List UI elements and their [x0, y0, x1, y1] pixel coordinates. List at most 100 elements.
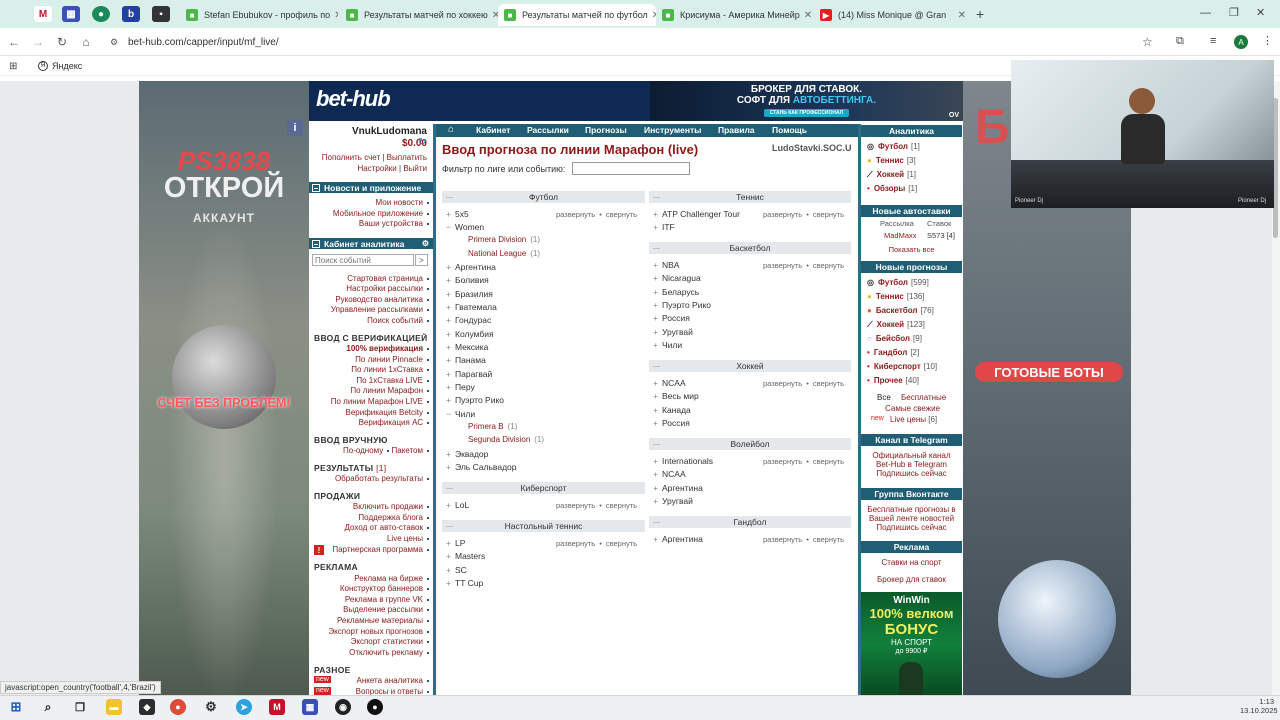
- collapse-link[interactable]: свернуть: [813, 210, 844, 219]
- bookmark-yandex[interactable]: Я Яндекс: [38, 61, 82, 71]
- collapse-icon[interactable]: −: [446, 409, 455, 419]
- ads-link[interactable]: Конструктор баннеров: [340, 584, 429, 593]
- expand-icon[interactable]: +: [446, 355, 455, 365]
- league-row[interactable]: + Россия: [653, 418, 690, 428]
- expand-icon[interactable]: +: [446, 329, 455, 339]
- expand-icon[interactable]: +: [446, 395, 455, 405]
- expand-icon[interactable]: +: [653, 378, 662, 388]
- league-row[interactable]: + NCAA: [653, 378, 686, 388]
- league-row[interactable]: + Перу: [446, 382, 475, 392]
- analytics-item[interactable]: ◎ Футбол [1]: [867, 142, 920, 151]
- expand-icon[interactable]: +: [446, 578, 455, 588]
- shield-app-icon[interactable]: ◆: [139, 699, 155, 715]
- ads-link[interactable]: Отключить рекламу: [349, 648, 429, 657]
- profile-avatar[interactable]: A: [1234, 35, 1248, 49]
- capper-site[interactable]: LudoStavki.SOC.U: [772, 143, 852, 153]
- news-link-my[interactable]: Мои новости: [375, 198, 429, 207]
- tg-link[interactable]: Подпишись сейчас: [861, 469, 962, 478]
- expand-icon[interactable]: +: [446, 342, 455, 352]
- expand-icon[interactable]: +: [653, 418, 662, 428]
- menu-icon[interactable]: ⋮: [1262, 34, 1273, 47]
- league-row[interactable]: + Весь мир: [653, 391, 699, 401]
- league-row[interactable]: + Эль Сальвадор: [446, 462, 517, 472]
- expand-icon[interactable]: +: [446, 500, 455, 510]
- misc-link[interactable]: Анкета аналитика: [357, 676, 429, 685]
- league-row[interactable]: + TT Cup: [446, 578, 483, 588]
- nav-help[interactable]: Помощь: [772, 125, 807, 135]
- pinned-tab-b[interactable]: b: [122, 6, 140, 22]
- task-view-icon[interactable]: ❐: [72, 699, 88, 715]
- league-row[interactable]: + Эквадор: [446, 449, 488, 459]
- tab-3-active[interactable]: ■ Результаты матчей по футбол ✕: [498, 4, 656, 26]
- info-icon[interactable]: i: [287, 120, 303, 136]
- expand-icon[interactable]: +: [653, 209, 662, 219]
- fresh-link[interactable]: Самые свежие: [885, 404, 940, 413]
- expand-icon[interactable]: +: [653, 273, 662, 283]
- folder-icon[interactable]: ▬: [106, 699, 122, 715]
- news-link-app[interactable]: Мобильное приложение: [333, 209, 429, 218]
- league-row[interactable]: + Колумбия: [446, 329, 494, 339]
- expand-icon[interactable]: +: [446, 209, 455, 219]
- expand-link[interactable]: развернуть: [763, 210, 802, 219]
- results-process-link[interactable]: Обработать результаты: [335, 474, 429, 483]
- league-row[interactable]: + Парагвай: [446, 369, 492, 379]
- chrome-icon[interactable]: ●: [170, 699, 186, 715]
- prediction-sport-item[interactable]: ● Баскетбол [76]: [867, 306, 934, 315]
- analytics-item[interactable]: ⟋ Хоккей [1]: [867, 170, 916, 180]
- verif-link[interactable]: По 1хСтавка LIVE: [356, 376, 429, 385]
- tab-1[interactable]: ■Stefan Ebubukov - профиль по✕: [180, 4, 338, 26]
- expand-icon[interactable]: +: [446, 565, 455, 575]
- close-icon[interactable]: ✕: [330, 10, 338, 21]
- verif-link[interactable]: По линии 1хСтавка: [351, 365, 429, 374]
- search-icon[interactable]: ⌕: [40, 699, 56, 715]
- close-icon[interactable]: ✕: [488, 10, 498, 21]
- vk-link[interactable]: Вашей ленте новостей: [861, 514, 962, 523]
- nav-mailings[interactable]: Рассылки: [527, 125, 569, 135]
- home-icon[interactable]: ⌂: [448, 124, 454, 135]
- gear-icon[interactable]: ⚙: [422, 239, 429, 248]
- sub-league-row[interactable]: Primera Division (1): [468, 235, 540, 244]
- pinned-tab-grid[interactable]: ▦: [62, 6, 80, 22]
- prediction-sport-item[interactable]: • Гандбол [2]: [867, 348, 919, 357]
- url-field[interactable]: bet-hub.com/capper/input/mf_live/: [112, 33, 1162, 51]
- expand-icon[interactable]: +: [446, 289, 455, 299]
- expand-link[interactable]: развернуть: [763, 261, 802, 270]
- league-row[interactable]: + ITF: [653, 222, 675, 232]
- ads-link[interactable]: Реклама на бирже: [354, 574, 429, 583]
- section-header-basketball[interactable]: Баскетбол: [649, 242, 851, 254]
- section-header-volleyball[interactable]: Волейбол: [649, 438, 851, 450]
- league-row[interactable]: + Аргентина: [446, 262, 496, 272]
- collapse-link[interactable]: свернуть: [813, 535, 844, 544]
- banner-button[interactable]: СТАНЬ КАК ПРОФЕССИОНАЛ: [763, 109, 850, 117]
- collapse-link[interactable]: свернуть: [813, 379, 844, 388]
- settings-link[interactable]: Настройки: [358, 164, 397, 173]
- ad-link[interactable]: Брокер для ставок: [861, 575, 962, 584]
- cabinet-link[interactable]: Управление рассылками: [331, 305, 429, 314]
- collapse-link[interactable]: свернуть: [813, 457, 844, 466]
- expand-icon[interactable]: +: [446, 449, 455, 459]
- tab-2[interactable]: ■ Результаты матчей по хоккею ✕: [340, 4, 498, 26]
- close-icon[interactable]: ✕: [648, 10, 656, 21]
- expand-icon[interactable]: +: [653, 300, 662, 310]
- search-go-button[interactable]: >: [415, 254, 428, 266]
- sub-league-row[interactable]: Segunda Division (1): [468, 435, 544, 444]
- league-row[interactable]: + Nicaragua: [653, 273, 701, 283]
- home-icon[interactable]: ⌂: [78, 34, 94, 50]
- free-link[interactable]: Бесплатные: [901, 393, 946, 402]
- vk-link[interactable]: Бесплатные прогнозы в: [861, 505, 962, 514]
- prediction-sport-item[interactable]: • Прочее [40]: [867, 376, 919, 385]
- league-row[interactable]: + Masters: [446, 551, 485, 561]
- ads-link[interactable]: Реклама в группе VK: [345, 595, 429, 604]
- expand-icon[interactable]: +: [446, 462, 455, 472]
- header-banner[interactable]: БРОКЕР ДЛЯ СТАВОК. СОФТ ДЛЯ АВТОБЕТТИНГА…: [650, 81, 963, 121]
- ads-link[interactable]: Экспорт статистики: [351, 637, 429, 646]
- manual-one-link[interactable]: По-одному: [343, 446, 383, 455]
- section-header-hockey[interactable]: Хоккей: [649, 360, 851, 372]
- extensions-icon[interactable]: ⧉: [1176, 35, 1184, 48]
- misc-link[interactable]: Вопросы и ответы: [356, 687, 429, 695]
- league-row[interactable]: +5х5: [446, 209, 469, 219]
- filter-input[interactable]: [572, 162, 690, 175]
- expand-icon[interactable]: +: [653, 222, 662, 232]
- expand-icon[interactable]: +: [653, 287, 662, 297]
- league-row[interactable]: + NCAA: [653, 469, 686, 479]
